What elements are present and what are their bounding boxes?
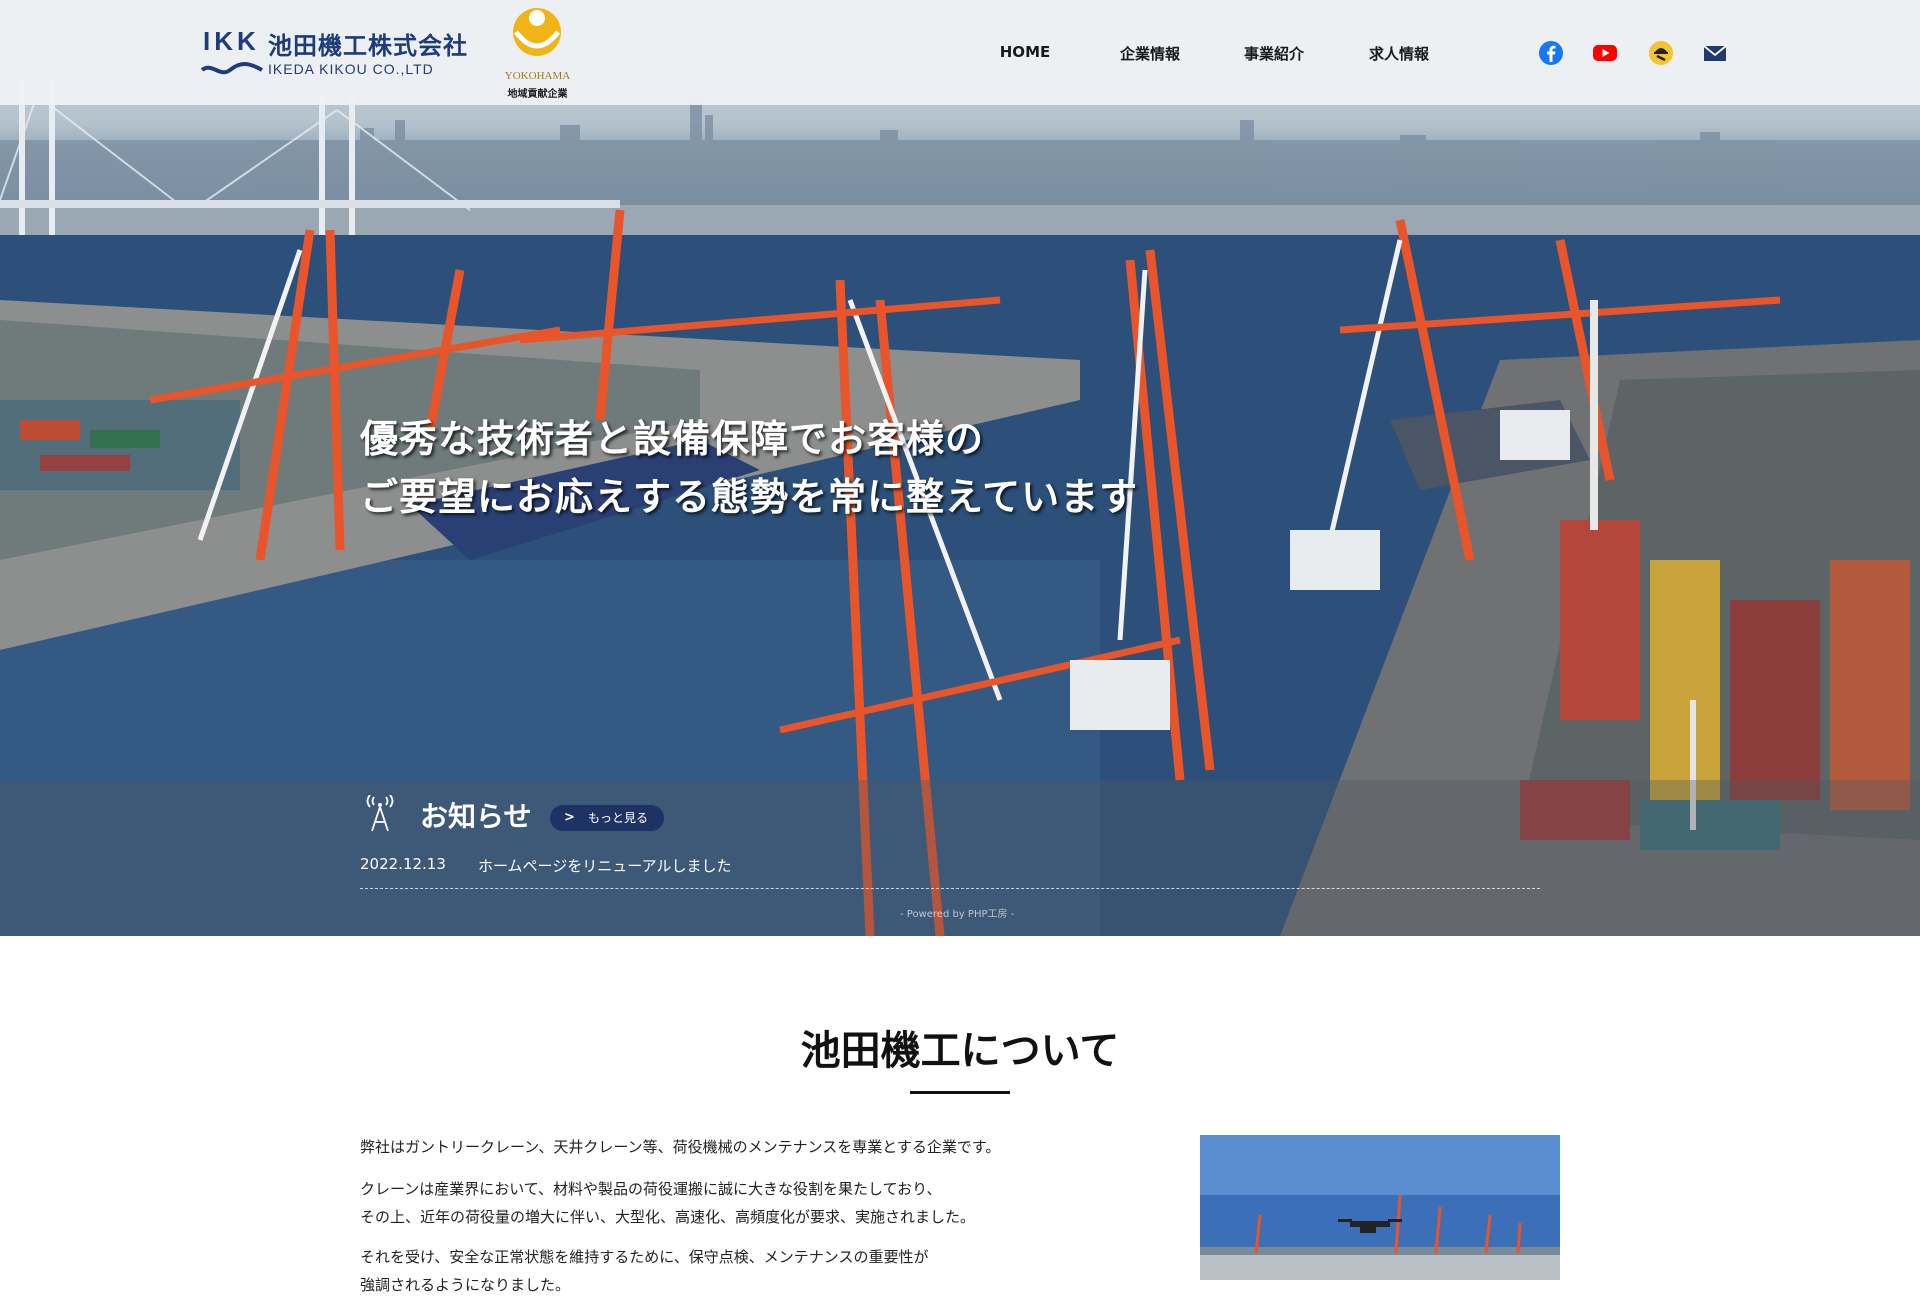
news-item-link[interactable]: ホームページをリニューアルしました: [478, 855, 732, 876]
hero-section: IKK 池田機工株式会社 IKEDA KIKOU CO.,LTD YOKOHAM…: [0, 0, 1920, 936]
about-paragraph-3-line2: 強調されるようになりました。: [360, 1276, 571, 1294]
about-paragraph-2-line1: クレーンは産業界において、材料や製品の荷役運搬に誠に大きな役割を果たしており、: [360, 1180, 942, 1198]
chevron-right-icon: >: [564, 810, 575, 825]
wave-logo-icon: [200, 62, 263, 75]
about-paragraph-2-line2: その上、近年の荷役量の増大に伴い、大型化、高速化、高頻度化が要求、実施されました…: [360, 1208, 976, 1226]
badge-label: 地域貢献企業: [507, 89, 568, 100]
hero-headline-line2: ご要望にお応えする態勢を常に整えています: [360, 475, 1139, 519]
more-button-label: もっと見る: [588, 811, 649, 825]
about-paragraph-1: 弊社はガントリークレーン、天井クレーン等、荷役機械のメンテナンスを専業とする企業…: [360, 1138, 1001, 1156]
badge-yokohama: YOKOHAMA: [504, 70, 571, 82]
company-name[interactable]: 池田機工株式会社: [268, 26, 468, 61]
about-title: 池田機工について: [800, 1028, 1120, 1074]
powered-by-link[interactable]: - Powered by PHP工房 -: [900, 905, 1014, 920]
news-date: 2022.12.13: [360, 855, 446, 873]
facebook-icon[interactable]: [1538, 40, 1564, 66]
drone-crane-photo: [1200, 1135, 1560, 1280]
nav-home[interactable]: HOME: [1000, 43, 1050, 61]
nav-recruit[interactable]: 求人情報: [1369, 43, 1429, 64]
nav-business[interactable]: 事業紹介: [1244, 43, 1304, 64]
news-title: お知らせ: [420, 800, 532, 833]
worker-icon[interactable]: [1648, 40, 1674, 66]
about-paragraph-3-line1: それを受け、安全な正常状態を維持するために、保守点検、メンテナンスの重要性が: [360, 1248, 929, 1266]
news-more-button[interactable]: > もっと見る: [550, 805, 664, 831]
about-paragraph-3: それを受け、安全な正常状態を維持するために、保守点検、メンテナンスの重要性が 強…: [360, 1243, 929, 1299]
news-divider: [360, 888, 1540, 889]
antenna-icon: [366, 795, 394, 832]
logo-mark[interactable]: IKK: [203, 26, 260, 57]
youtube-icon[interactable]: [1592, 40, 1618, 66]
about-paragraph-2: クレーンは産業界において、材料や製品の荷役運搬に誠に大きな役割を果たしており、 …: [360, 1175, 975, 1231]
nav-company[interactable]: 企業情報: [1120, 43, 1180, 64]
hero-headline: 優秀な技術者と設備保障でお客様の ご要望にお応えする態勢を常に整えています: [360, 410, 1138, 526]
mail-icon[interactable]: [1702, 40, 1728, 66]
hero-headline-line1: 優秀な技術者と設備保障でお客様の: [360, 417, 985, 461]
company-name-en: IKEDA KIKOU CO.,LTD: [268, 61, 434, 77]
about-title-underline: [910, 1091, 1010, 1094]
